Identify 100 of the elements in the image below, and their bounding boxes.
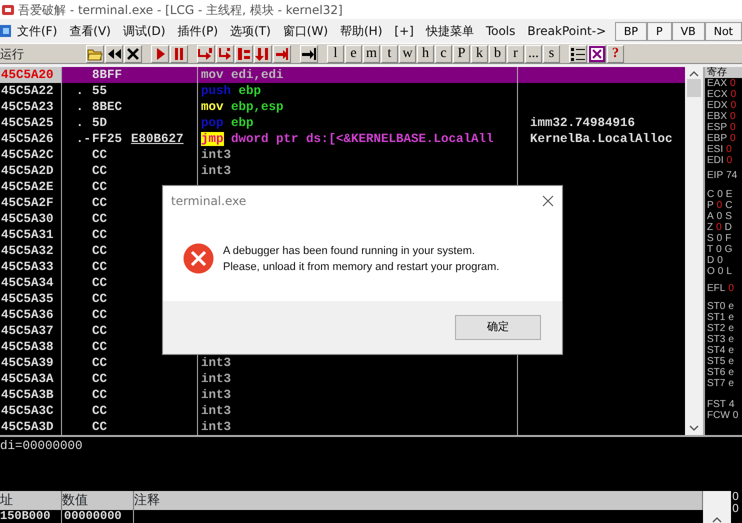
plugin-tab[interactable]: Not [704,22,742,40]
hex-bytes: 8BFF [92,67,122,83]
menu-item[interactable]: 选项(T) [224,22,277,40]
window-button[interactable]: h [417,44,434,62]
address-cell: 45C5A30 [0,211,62,227]
menu-item[interactable]: 快捷菜单 [420,22,480,40]
window-button[interactable]: m [363,44,380,62]
address-cell: 45C5A2D [0,163,62,179]
register-value: e [728,356,734,367]
register-value: e [728,367,734,378]
menu-item[interactable]: 窗口(W) [276,22,334,40]
close-icon[interactable] [542,195,554,207]
hex-bytes: CC [92,243,108,259]
segment-name: C [725,200,732,211]
menu-item[interactable]: [+] [388,22,420,40]
step-over-icon [217,46,233,62]
hex-bytes: CC [92,355,108,371]
window-button[interactable]: t [381,44,398,62]
window-button[interactable]: k [471,44,488,62]
trace-into-button[interactable] [235,44,253,62]
rewind-button[interactable] [105,44,123,62]
window-button[interactable]: l [327,44,344,62]
open-button[interactable] [86,44,104,62]
register-name: EBP [707,133,728,144]
hex-link[interactable]: E80B627 [131,131,184,147]
scroll-up-icon[interactable] [712,516,722,523]
window-button[interactable]: r [507,44,524,62]
hex-bytes: CC [92,307,108,323]
hex-bytes: CC [92,323,108,339]
list-button[interactable] [569,44,587,62]
register-name: O [707,266,715,277]
instruction-text: int3 [201,404,232,418]
step-over-button[interactable] [216,44,234,62]
register-name: P [707,200,714,211]
plugin-tab[interactable]: P [647,22,672,40]
instruction-text: jmp dword ptr ds:[<&KERNELBASE.LocalAll [201,132,494,146]
register-name: S [707,233,714,244]
grid-button[interactable] [588,44,606,62]
close-button[interactable] [124,44,142,62]
pause-button[interactable] [170,44,188,62]
window-button[interactable]: c [435,44,452,62]
segment-name: G [724,244,732,255]
hex-bytes: 8BEC [92,99,122,115]
address-cell: 45C5A33 [0,259,62,275]
trace-over-button[interactable] [254,44,272,62]
scroll-up-icon[interactable] [689,70,699,77]
help-button[interactable]: ? [607,44,624,62]
menu-item[interactable]: Tools [480,22,522,40]
play-button[interactable] [151,44,169,62]
jump-mark: . [75,83,85,99]
menu-item[interactable]: 查看(V) [63,22,117,40]
window-button[interactable]: w [399,44,416,62]
stack-value: 0 [732,491,740,503]
plugin-tab[interactable]: VB [672,22,705,40]
register-value: 0 [730,100,736,111]
ok-button[interactable]: 确定 [455,315,541,340]
scroll-down-icon[interactable] [689,425,699,432]
hex-bytes: CC [92,227,108,243]
hex-bytes: CC [92,291,108,307]
instruction-text: pop ebp [201,116,254,130]
instruction-text: mov edi,edi [201,68,284,82]
plugin-tab[interactable]: BP [614,22,647,40]
register-name: ST2 [707,323,726,334]
return-arrow-button[interactable] [273,44,291,62]
window-button[interactable]: e [345,44,362,62]
instruction-text: int3 [201,388,232,402]
grid-icon [589,46,605,62]
hex-bytes: CC [92,403,108,419]
address-cell: 45C5A3A [0,371,62,387]
close-icon [125,46,141,62]
window-button[interactable]: s [543,44,560,62]
address-cell: 45C5A3C [0,403,62,419]
address-cell: 45C5A38 [0,339,62,355]
window-button[interactable]: ... [525,44,542,62]
comment-text: KernelBa.LocalAlloc [530,132,673,146]
register-value: 0 [716,200,722,211]
register-name: ST6 [707,367,726,378]
goto-arrow-button[interactable] [300,44,318,62]
address-cell: 150B000 [0,510,62,523]
address-cell: 45C5A3B [0,387,62,403]
register-name: ESI [707,144,724,155]
jump-mark: .- [75,131,92,147]
window-button[interactable]: P [453,44,470,62]
window-button[interactable]: b [489,44,506,62]
register-value: 0 [732,410,738,421]
instruction-text: int3 [201,148,232,162]
hex-bytes: CC [92,371,108,387]
scroll-thumb[interactable] [687,79,701,97]
menu-item[interactable]: 调试(D) [116,22,172,40]
info-text: di=00000000 [0,439,83,453]
menu-item[interactable]: BreakPoint-> [521,22,612,40]
step-into-button[interactable] [197,44,215,62]
hex-bytes: CC [92,147,108,163]
register-value: 0 [726,144,732,155]
menu-item[interactable]: 帮助(H) [334,22,388,40]
error-icon [183,243,214,274]
menu-item[interactable]: 插件(P) [171,22,224,40]
menu-item[interactable]: 文件(F) [11,22,64,40]
register-name: ECX [707,89,728,100]
segment-name: L [726,266,732,277]
